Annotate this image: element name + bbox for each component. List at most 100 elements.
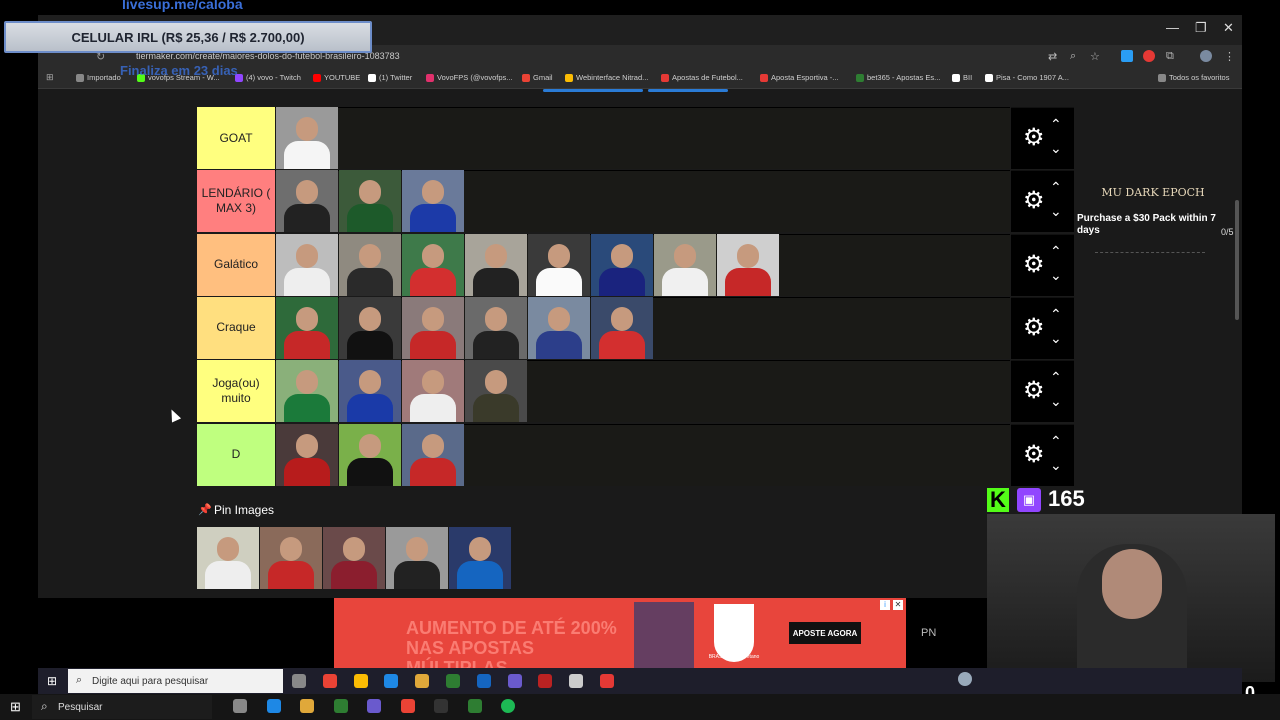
player-card[interactable] [402,233,464,296]
taskbar-app-icon[interactable] [353,674,368,688]
scrollbar-thumb[interactable] [1235,200,1239,320]
gear-icon[interactable]: ⚙ [1023,379,1045,403]
taskbar-app-icon[interactable] [476,674,491,688]
taskbar-app-icon[interactable] [434,699,448,713]
gear-icon[interactable]: ⚙ [1023,126,1045,150]
player-card[interactable] [276,296,338,359]
gear-icon[interactable]: ⚙ [1023,252,1045,277]
betano-ad-banner[interactable]: AUMENTO DE ATÉ 200% NAS APOSTAS MÚLTIPLA… [334,598,906,668]
tier-label[interactable]: Galático [197,233,275,296]
ad-close-icon[interactable]: ✕ [893,600,903,610]
menu-dots-icon[interactable]: ⋮ [1224,50,1236,63]
bookmark-item[interactable]: (4) vovo - Twitch [235,73,301,83]
ad-info-icon[interactable]: i [880,600,890,610]
taskbar-app-icon[interactable] [569,674,584,688]
extension-icon[interactable] [1143,50,1155,62]
chevron-down-icon[interactable]: ⌄ [1050,140,1062,157]
close-icon[interactable]: ✕ [1223,20,1234,36]
chevron-up-icon[interactable]: ⌃ [1050,179,1062,196]
bookmark-item[interactable]: Pisa - Como 1907 A... [985,73,1069,83]
player-card[interactable] [276,423,338,486]
taskbar-app-icon[interactable] [266,699,281,713]
chevron-down-icon[interactable]: ⌄ [1050,203,1062,220]
player-card[interactable] [654,233,716,296]
taskbar-app-icon[interactable] [322,674,337,688]
tier-label[interactable]: D [197,423,275,486]
player-card[interactable] [276,107,338,169]
chevron-down-icon[interactable]: ⌄ [1050,330,1062,347]
bookmark-item[interactable]: BII [952,73,972,83]
tier-label[interactable]: LENDÁRIO ( MAX 3) [197,170,275,233]
chevron-up-icon[interactable]: ⌃ [1050,306,1062,323]
player-card[interactable] [339,360,401,423]
taskbar-app-icon[interactable] [467,699,482,713]
player-card[interactable] [339,233,401,296]
taskbar-app-icon[interactable] [292,674,306,688]
taskbar-search-input[interactable]: Digite aqui para pesquisar [68,669,283,693]
tier-label[interactable]: Craque [197,296,275,359]
player-card[interactable] [276,170,338,233]
tier-label[interactable]: Joga(ou) muito [197,360,275,423]
pin-image[interactable] [386,527,448,589]
minimize-icon[interactable]: — [1166,20,1179,35]
apps-grid-icon[interactable]: ⊞ [46,72,54,83]
windows-start-icon[interactable]: ⊞ [10,699,21,715]
taskbar-app-icon[interactable] [384,674,399,688]
taskbar-app-icon[interactable] [333,699,348,713]
bookmark-item[interactable]: Webinterface Nitrad... [565,73,648,83]
chevron-up-icon[interactable]: ⌃ [1050,243,1062,260]
player-card[interactable] [528,233,590,296]
bookmark-item[interactable]: Todos os favoritos [1158,73,1229,83]
taskbar-app-icon[interactable] [538,674,553,688]
zoom-icon[interactable]: ⌕ [1070,50,1082,62]
weather-icon[interactable] [958,672,972,686]
bookmark-item[interactable]: Importado [76,73,121,83]
player-card[interactable] [402,360,464,423]
gear-icon[interactable]: ⚙ [1023,315,1045,340]
bookmark-item[interactable]: bet365 - Apostas Es... [856,73,940,83]
page-button-partial[interactable] [543,89,643,92]
chevron-down-icon[interactable]: ⌄ [1050,457,1062,474]
bookmark-star-icon[interactable]: ☆ [1090,50,1102,63]
taskbar-app-icon[interactable] [415,674,430,688]
windows-start-icon[interactable]: ⊞ [47,674,57,688]
page-button-partial[interactable] [648,89,728,92]
gear-icon[interactable]: ⚙ [1023,189,1045,213]
taskbar-app-icon[interactable] [600,674,614,688]
taskbar-app-icon[interactable] [507,674,522,688]
ad-cta-button[interactable]: APOSTE AGORA [789,622,861,644]
player-card[interactable] [276,360,338,423]
translate-icon[interactable]: ⇄ [1048,50,1060,63]
profile-avatar[interactable] [1200,50,1212,62]
restore-icon[interactable]: ❐ [1195,20,1207,36]
chevron-up-icon[interactable]: ⌃ [1050,369,1062,386]
taskbar-app-icon[interactable] [446,674,460,688]
player-card[interactable] [465,296,527,359]
extensions-puzzle-icon[interactable]: ⧉ [1166,50,1178,62]
taskbar-search-input[interactable]: Pesquisar [32,695,212,719]
bookmark-item[interactable]: Aposta Esportiva -... [760,73,839,83]
bookmark-item[interactable]: (1) Twitter [368,73,412,83]
gear-icon[interactable]: ⚙ [1023,442,1045,467]
player-card[interactable] [717,233,779,296]
player-card[interactable] [339,423,401,486]
pin-image[interactable] [449,527,511,589]
pin-image[interactable] [260,527,322,589]
player-card[interactable] [276,233,338,296]
player-card[interactable] [339,296,401,359]
bookmark-item[interactable]: VovoFPS (@vovofps... [426,73,513,83]
chevron-down-icon[interactable]: ⌄ [1050,267,1062,284]
player-card[interactable] [402,170,464,233]
pin-image[interactable] [323,527,385,589]
taskbar-app-icon[interactable] [400,699,415,713]
player-card[interactable] [465,233,527,296]
player-card[interactable] [339,170,401,233]
taskbar-app-icon[interactable] [300,699,314,713]
player-card[interactable] [402,296,464,359]
player-card[interactable] [591,233,653,296]
pin-image[interactable] [197,527,259,589]
taskbar-app-icon[interactable] [501,699,515,713]
bookmark-item[interactable]: Apostas de Futebol... [661,73,743,83]
player-card[interactable] [528,296,590,359]
tier-label[interactable]: GOAT [197,107,275,169]
